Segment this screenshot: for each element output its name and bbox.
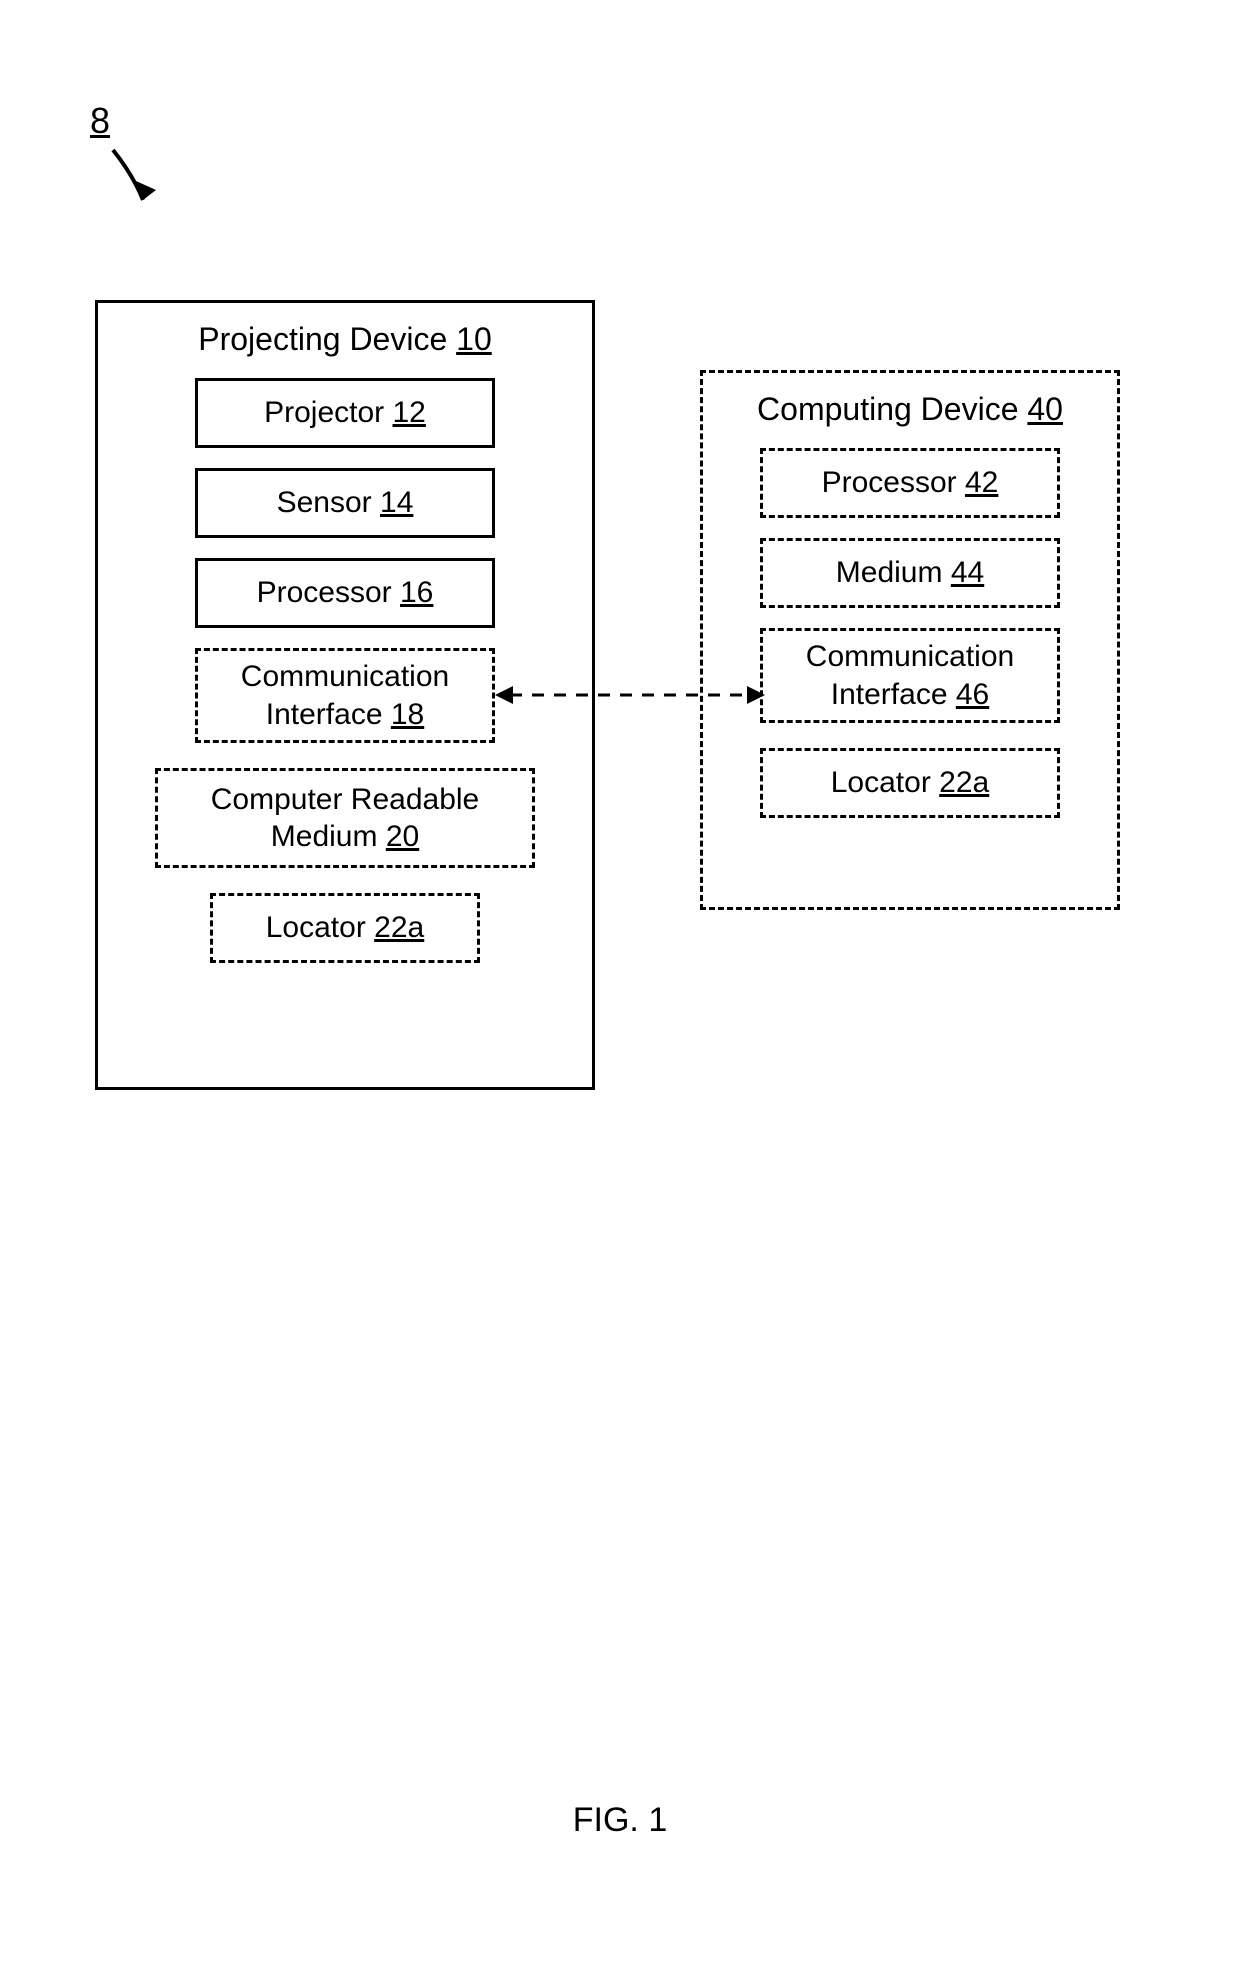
comm-interface-box-left: Communication Interface 18 xyxy=(195,648,495,743)
processor-box-right: Processor 42 xyxy=(760,448,1060,518)
figure-caption: FIG. 1 xyxy=(573,1801,667,1840)
locator-box-right: Locator 22a xyxy=(760,748,1060,818)
computing-device-container: Computing Device 40 Processor 42 Medium … xyxy=(700,370,1120,910)
locator-box-left: Locator 22a xyxy=(210,893,480,963)
computer-readable-medium-box: Computer Readable Medium 20 xyxy=(155,768,535,868)
processor-box-left: Processor 16 xyxy=(195,558,495,628)
communication-link-arrow-icon xyxy=(495,680,765,710)
computing-device-title: Computing Device 40 xyxy=(703,373,1117,428)
medium-box: Medium 44 xyxy=(760,538,1060,608)
projecting-device-title: Projecting Device 10 xyxy=(98,303,592,358)
sensor-box: Sensor 14 xyxy=(195,468,495,538)
projector-box: Projector 12 xyxy=(195,378,495,448)
comm-interface-box-right: Communication Interface 46 xyxy=(760,628,1060,723)
figure-ref-label: 8 xyxy=(90,100,110,142)
figure-ref-arrow-icon xyxy=(108,145,168,225)
diagram-canvas: 8 Projecting Device 10 Projector 12 Sens… xyxy=(0,0,1240,1970)
